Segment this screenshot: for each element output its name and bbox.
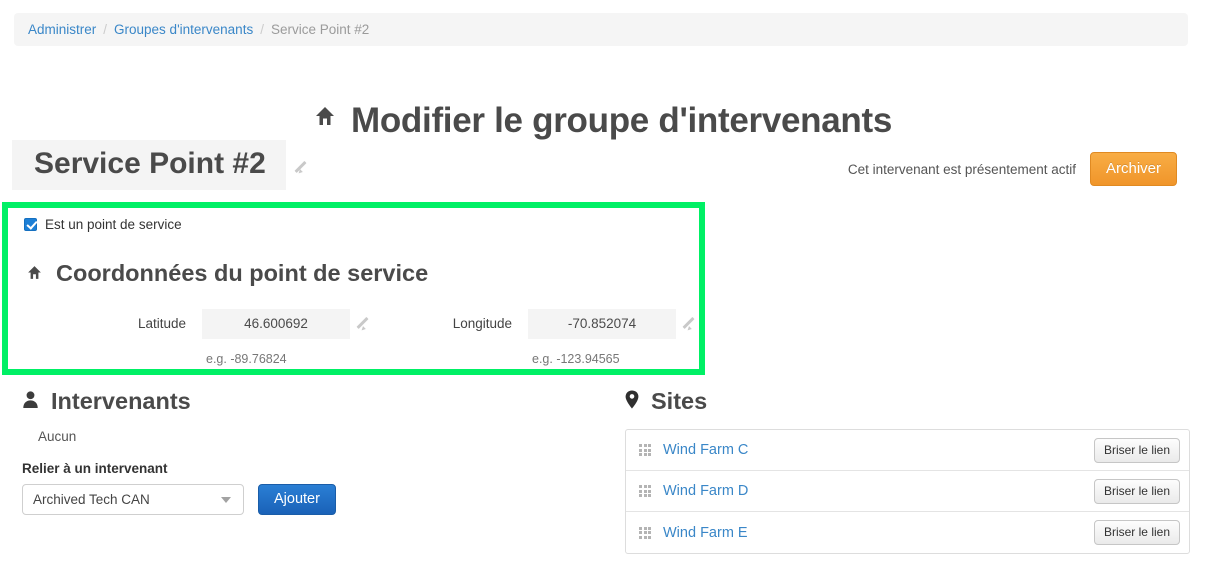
chevron-down-icon [221,496,231,503]
breadcrumb: Administrer / Groupes d'intervenants / S… [14,13,1188,46]
breadcrumb-separator: / [103,22,108,37]
page-title-text: Modifier le groupe d'intervenants [351,101,892,141]
drag-handle-icon[interactable] [639,444,651,456]
site-link[interactable]: Wind Farm E [663,525,748,541]
coordinates-heading: Coordonnées du point de service [24,260,699,287]
longitude-input[interactable]: -70.852074 [528,309,676,339]
user-icon [22,388,39,415]
intervenant-select-value: Archived Tech CAN [33,492,150,507]
is-service-point-row: Est un point de service [24,214,699,234]
longitude-label: Longitude [452,316,512,331]
service-point-panel: Est un point de service Coordonnées du p… [2,202,705,375]
link-intervenant-label: Relier à un intervenant [22,461,168,476]
pencil-icon[interactable] [686,315,699,328]
sites-list: Wind Farm C Briser le lien Wind Farm D B… [625,429,1190,554]
drag-handle-icon[interactable] [639,485,651,497]
coordinates-heading-text: Coordonnées du point de service [56,260,429,286]
intervenants-heading: Intervenants [22,388,582,415]
sites-section: Sites Wind Farm C Briser le lien Wind Fa… [625,388,1190,554]
link-intervenant-row: Archived Tech CAN Ajouter [22,484,582,515]
longitude-hint: e.g. -123.94565 [532,352,620,366]
entity-name: Service Point #2 [12,140,286,191]
breadcrumb-item-current: Service Point #2 [270,22,370,37]
sites-heading: Sites [625,388,1190,415]
page-root: Administrer / Groupes d'intervenants / S… [0,0,1205,571]
map-pin-icon [625,388,639,415]
breadcrumb-separator: / [260,22,264,37]
intervenants-section: Intervenants Aucun Relier à un intervena… [22,388,582,515]
longitude-group: Longitude -70.852074 e.g. -123.94565 [434,309,699,366]
add-intervenant-button[interactable]: Ajouter [258,484,336,515]
is-service-point-checkbox[interactable] [24,217,37,231]
archive-status-text: Cet intervenant est présentement actif [847,161,1076,177]
is-service-point-label: Est un point de service [45,216,182,232]
latitude-input[interactable]: 46.600692 [202,309,350,339]
home-icon [313,97,337,137]
latitude-group: Latitude 46.600692 e.g. -89.76824 [108,309,373,366]
pencil-icon[interactable] [298,159,311,172]
site-link[interactable]: Wind Farm D [663,483,748,499]
entity-name-bar: Service Point #2 [12,140,311,191]
archive-area: Cet intervenant est présentement actif A… [848,152,1177,186]
table-row: Wind Farm E Briser le lien [626,512,1189,553]
latitude-hint: e.g. -89.76824 [206,352,287,366]
intervenants-heading-text: Intervenants [51,388,191,414]
site-link[interactable]: Wind Farm C [663,442,748,458]
coordinates-row: Latitude 46.600692 e.g. -89.76824 Longit… [24,309,699,366]
sites-heading-text: Sites [651,388,708,414]
page-title: Modifier le groupe d'intervenants [0,97,1205,141]
intervenants-empty-text: Aucun [38,429,77,444]
archive-button[interactable]: Archiver [1089,152,1177,186]
breadcrumb-item-administrer[interactable]: Administrer [28,22,96,37]
unlink-site-button[interactable]: Briser le lien [1093,437,1180,463]
latitude-label: Latitude [137,316,186,331]
table-row: Wind Farm D Briser le lien [626,471,1189,512]
pencil-icon[interactable] [360,315,373,328]
table-row: Wind Farm C Briser le lien [626,430,1189,471]
unlink-site-button[interactable]: Briser le lien [1093,478,1180,504]
drag-handle-icon[interactable] [639,526,651,539]
breadcrumb-item-groupes-intervenants[interactable]: Groupes d'intervenants [114,22,253,37]
intervenant-select[interactable]: Archived Tech CAN [22,484,244,515]
unlink-site-button[interactable]: Briser le lien [1093,520,1180,545]
home-icon [26,260,43,287]
